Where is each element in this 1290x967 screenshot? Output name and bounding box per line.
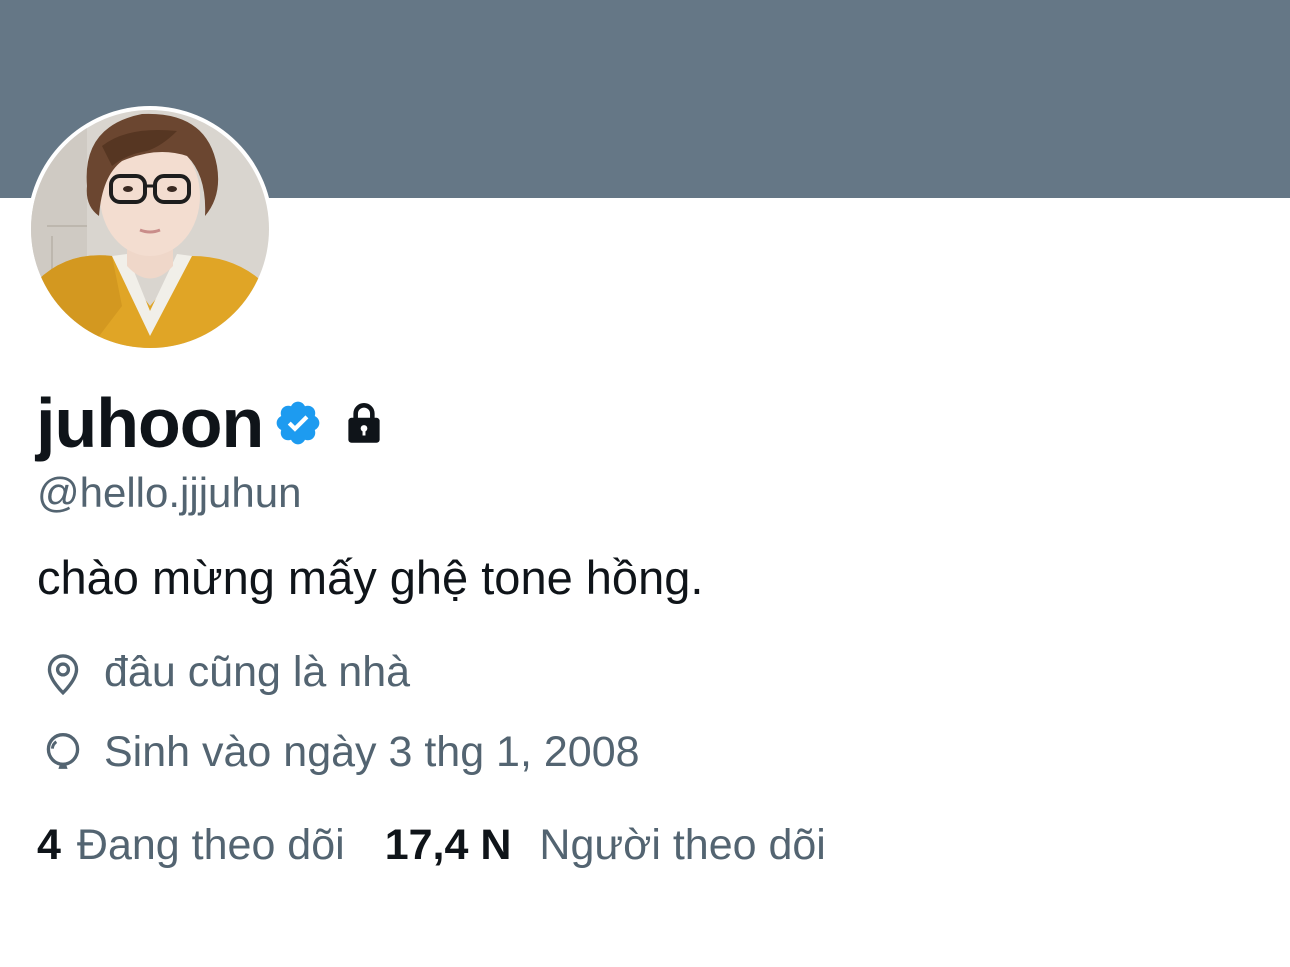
following-count: 4 <box>37 821 61 869</box>
birthday-row: Sinh vào ngày 3 thg 1, 2008 <box>38 728 640 778</box>
lock-icon <box>339 398 389 448</box>
location-row: đâu cũng là nhà <box>38 648 410 698</box>
following-label: Đang theo dõi <box>76 821 345 869</box>
avatar[interactable] <box>27 106 273 352</box>
location-pin-icon <box>38 648 88 698</box>
avatar-image <box>31 110 269 348</box>
location-text: đâu cũng là nhà <box>104 648 411 697</box>
balloon-icon <box>38 728 88 778</box>
display-name: juhoon <box>36 384 264 462</box>
following-link[interactable]: 4 Đang theo dõi <box>37 821 345 869</box>
follow-stats: 4 Đang theo dõi 17,4 N Người theo dõi <box>37 821 826 869</box>
birthday-text: Sinh vào ngày 3 thg 1, 2008 <box>104 728 640 777</box>
followers-link[interactable]: 17,4 N Người theo dõi <box>384 821 826 869</box>
followers-count: 17,4 N <box>384 821 512 869</box>
bio: chào mừng mấy ghệ tone hồng. <box>37 551 704 604</box>
verified-badge-icon[interactable] <box>273 398 323 448</box>
profile-page: juhoon @hello.jjjuhun chào mừng mấy ghệ … <box>0 0 1290 967</box>
handle: @hello.jjjuhun <box>37 469 302 516</box>
followers-label: Người theo dõi <box>539 821 826 869</box>
name-row: juhoon <box>36 378 389 468</box>
